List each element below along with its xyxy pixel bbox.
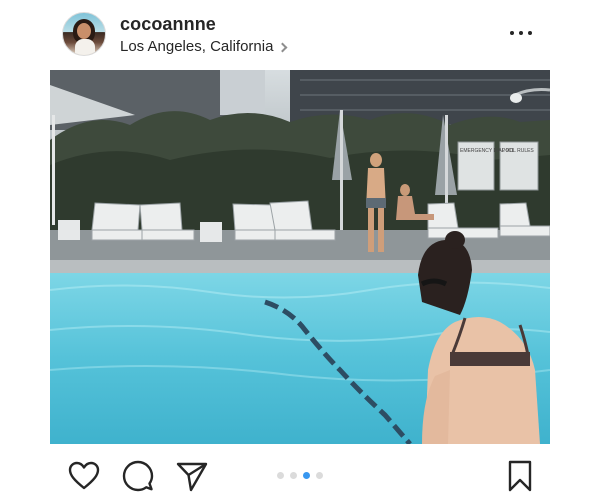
more-dot <box>528 31 532 35</box>
post-header: cocoannne Los Angeles, California <box>0 0 600 68</box>
share-button[interactable] <box>176 460 208 492</box>
avatar-dress <box>75 39 95 55</box>
carousel-dot <box>277 472 284 479</box>
more-dot <box>519 31 523 35</box>
post-photo[interactable]: EMERGENCY DIAL 911 POOL RULES <box>50 70 550 444</box>
comment-button[interactable] <box>122 460 154 492</box>
heart-icon <box>68 461 100 490</box>
username-link[interactable]: cocoannne <box>120 14 216 35</box>
carousel-indicator <box>277 472 323 479</box>
avatar-face <box>77 23 91 39</box>
location-label: Los Angeles, California <box>120 38 274 55</box>
more-options-icon[interactable] <box>510 26 532 40</box>
post-actions-bar <box>0 448 600 500</box>
bookmark-icon <box>508 460 532 492</box>
pool-photo-illustration: EMERGENCY DIAL 911 POOL RULES <box>50 70 550 444</box>
like-button[interactable] <box>68 460 100 492</box>
save-button[interactable] <box>504 460 536 492</box>
comment-bubble-icon <box>122 460 154 492</box>
chevron-right-icon <box>277 42 288 52</box>
sign-pool-rules: POOL RULES <box>502 148 534 154</box>
carousel-dot-active <box>303 472 310 479</box>
carousel-dot <box>316 472 323 479</box>
carousel-dot <box>290 472 297 479</box>
location-link[interactable]: Los Angeles, California <box>120 38 288 55</box>
more-dot <box>510 31 514 35</box>
paper-plane-icon <box>176 462 208 492</box>
profile-avatar[interactable] <box>62 12 106 56</box>
